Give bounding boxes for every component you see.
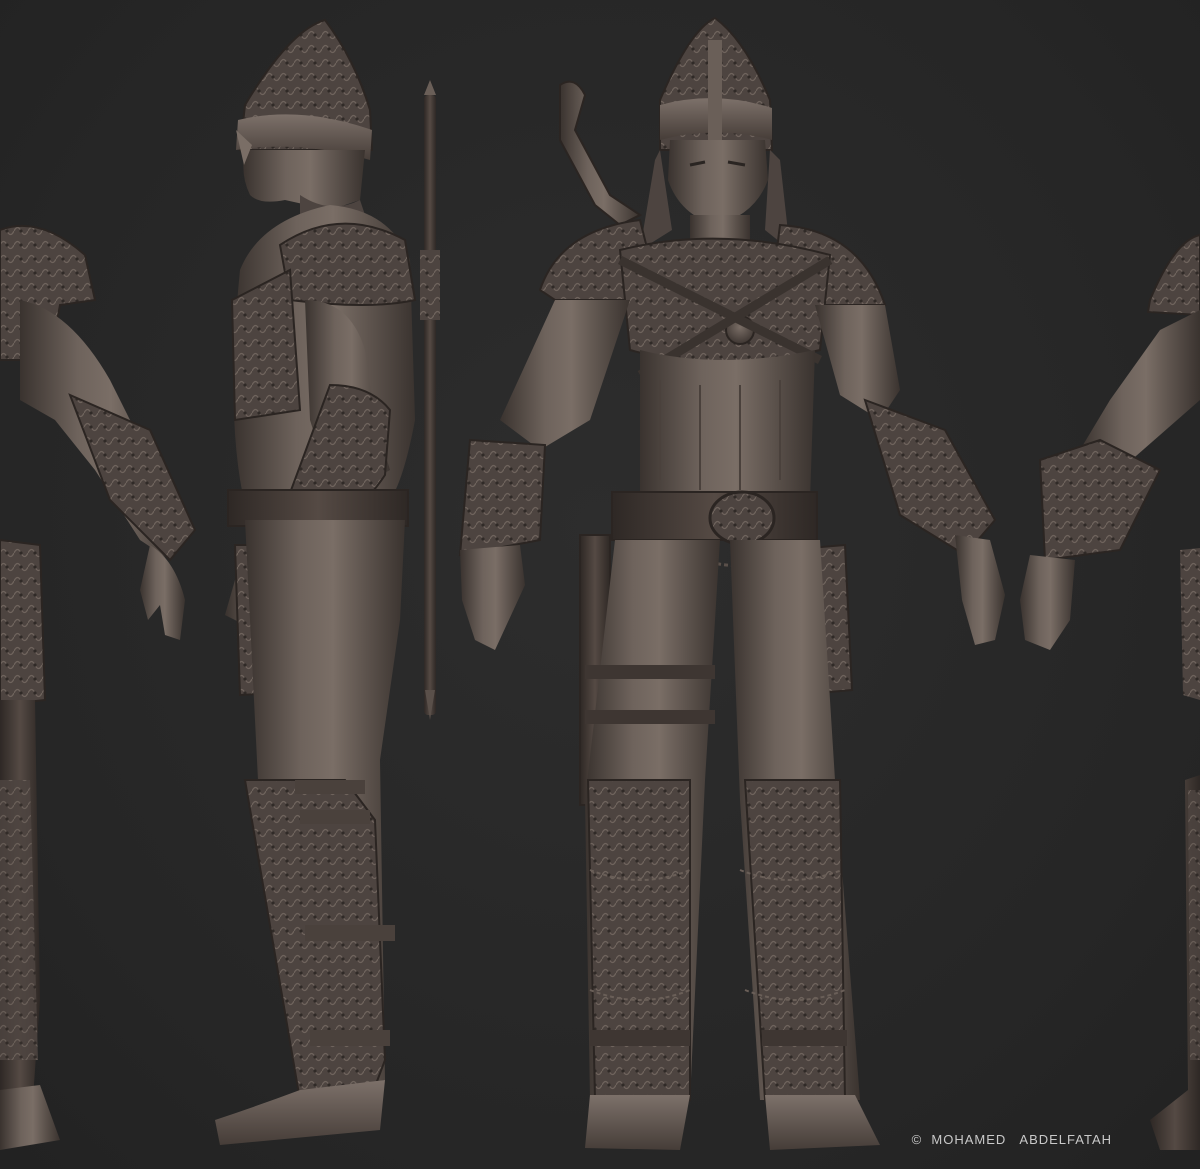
chest-plate bbox=[618, 237, 832, 364]
figure-front-view bbox=[458, 16, 1005, 1150]
artist-credit: © MOHAMED ABDELFATAH bbox=[911, 1132, 1112, 1147]
left-boot bbox=[586, 779, 691, 1101]
sword-hilt bbox=[559, 80, 642, 227]
figure-side-view bbox=[215, 18, 440, 1145]
spear-shaft bbox=[424, 95, 436, 715]
right-bracer bbox=[863, 398, 997, 557]
sculpt-render-image bbox=[0, 16, 1200, 1150]
figure-left-cropped bbox=[0, 224, 197, 1150]
turnaround-render: © MOHAMED ABDELFATAH bbox=[0, 0, 1200, 1169]
pauldron bbox=[278, 222, 417, 306]
figure-right-cropped bbox=[1020, 233, 1200, 1150]
left-bracer bbox=[458, 438, 547, 557]
belt-buckle bbox=[708, 490, 776, 546]
